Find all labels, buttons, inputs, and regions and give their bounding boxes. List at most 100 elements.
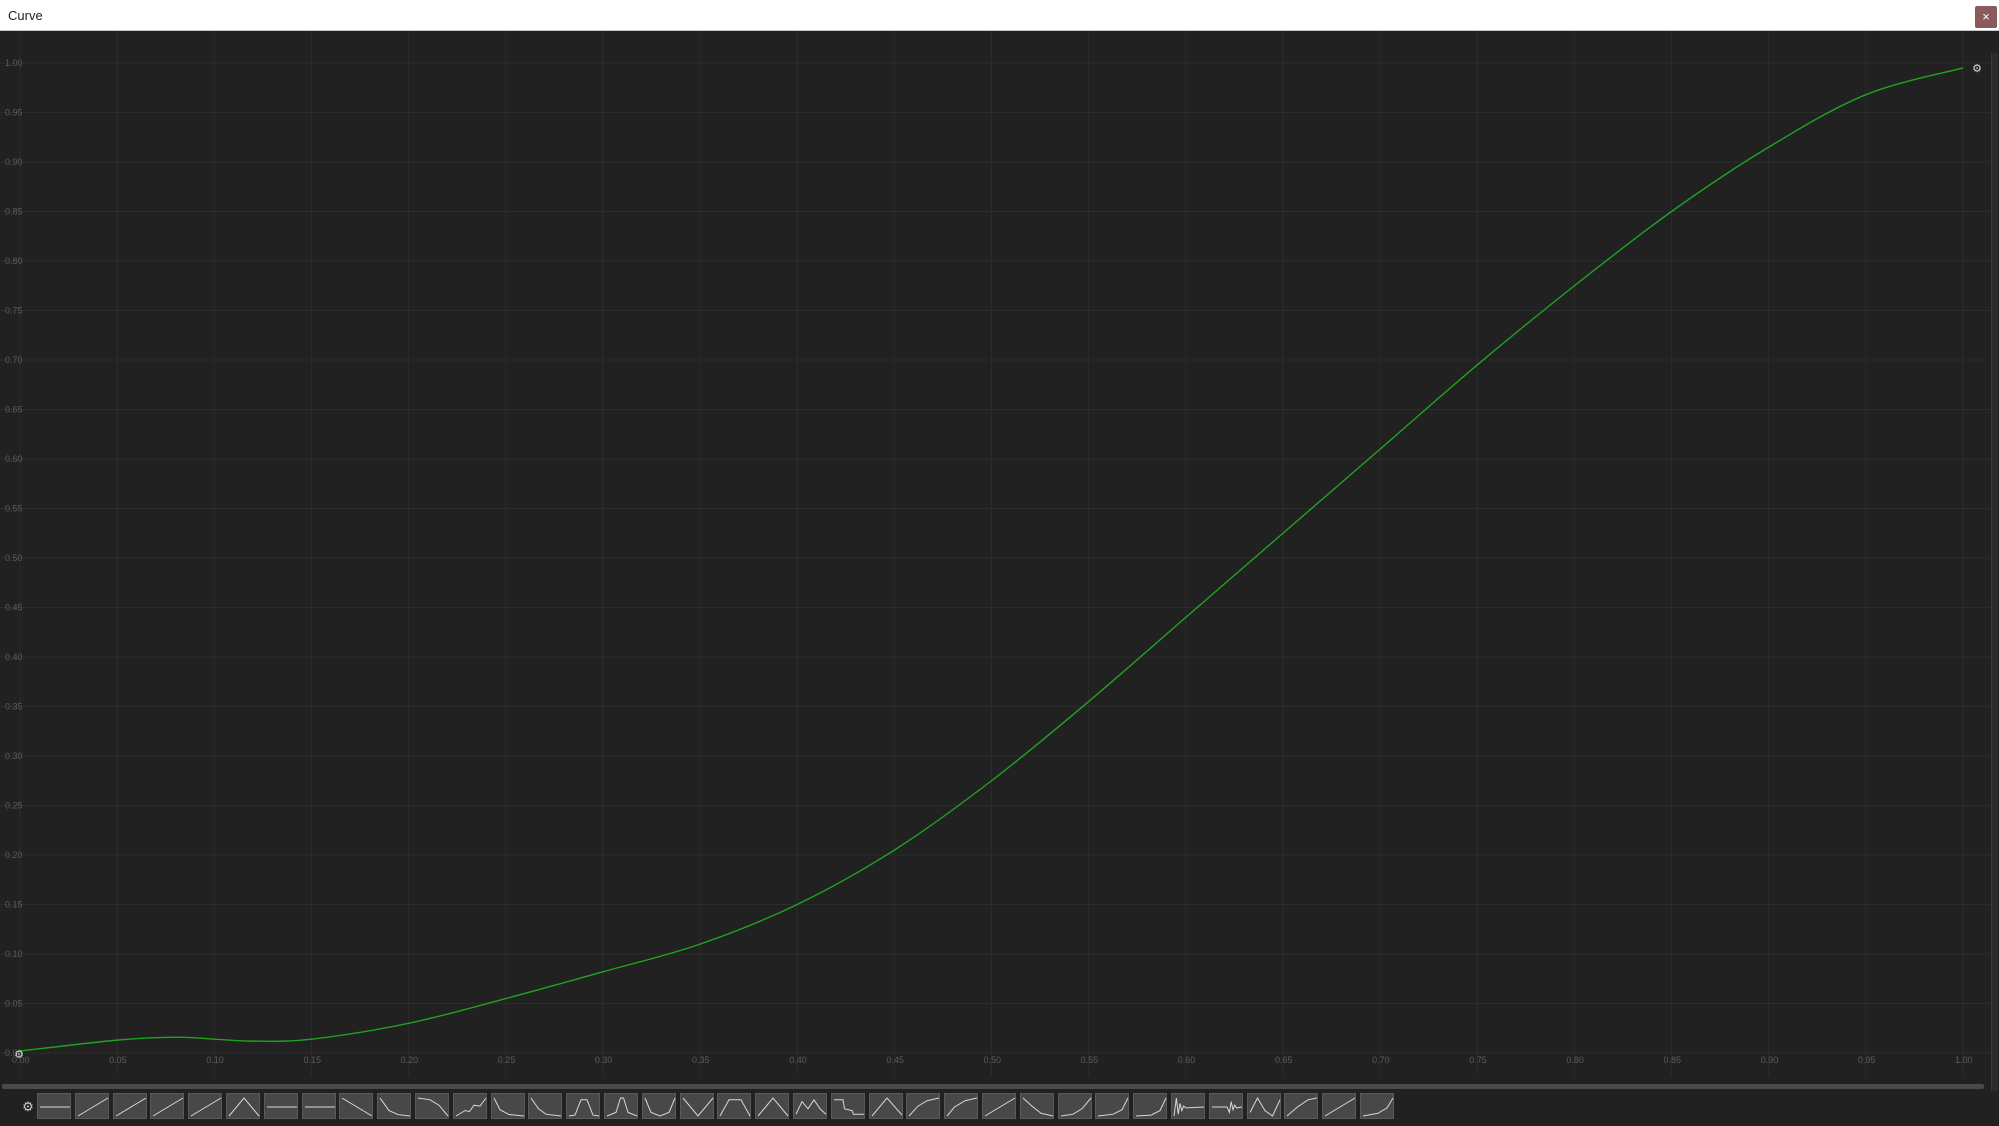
y-tick-label: 0.30: [5, 751, 23, 761]
preset-curve-icon: [569, 1099, 600, 1117]
preset-curve-icon: [606, 1097, 638, 1117]
preset-curve-line: [530, 1097, 562, 1117]
preset-curve-line: [569, 1099, 600, 1117]
x-tick-label: 0.40: [789, 1055, 807, 1065]
y-tick-label: 0.80: [5, 256, 23, 266]
preset-peak-2[interactable]: [868, 1093, 903, 1119]
preset-elastic-2[interactable]: [1208, 1093, 1243, 1119]
preset-curve-line: [909, 1097, 940, 1117]
preset-ease-down-4[interactable]: [1019, 1093, 1054, 1119]
preset-curve-line: [606, 1097, 638, 1117]
preset-curve-icon: [266, 1106, 297, 1108]
curve-plot[interactable]: 0.000.050.100.150.200.250.300.350.400.45…: [0, 31, 1999, 1091]
y-tick-label: 0.35: [5, 702, 23, 712]
preset-bell-1[interactable]: [566, 1093, 601, 1119]
preset-ease-out-down-2[interactable]: [490, 1093, 525, 1119]
x-tick-label: 0.60: [1178, 1055, 1196, 1065]
preset-flat-mid-2[interactable]: [301, 1093, 336, 1119]
preset-curve-line: [1060, 1097, 1091, 1117]
y-axis-ticks: 0.000.050.100.150.200.250.300.350.400.45…: [5, 58, 23, 1058]
preset-curve-icon: [455, 1097, 487, 1117]
preset-ease-in-up-2[interactable]: [1095, 1093, 1130, 1119]
preset-ease-out-up-2[interactable]: [944, 1093, 979, 1119]
preset-curve-icon: [493, 1097, 524, 1117]
x-tick-label: 0.65: [1275, 1055, 1293, 1065]
x-tick-label: 0.85: [1664, 1055, 1682, 1065]
preset-curve-icon: [795, 1098, 827, 1115]
preset-curve-icon: [1362, 1097, 1394, 1117]
preset-linear-up-6[interactable]: [1322, 1093, 1357, 1119]
preset-curve-line: [153, 1097, 184, 1117]
close-icon: ×: [1982, 9, 1990, 24]
preset-curve-line: [984, 1097, 1016, 1117]
x-tick-label: 0.80: [1566, 1055, 1584, 1065]
preset-double-hump[interactable]: [793, 1093, 827, 1119]
horizontal-scrollbar[interactable]: [2, 1084, 1984, 1089]
x-tick-label: 0.30: [595, 1055, 613, 1065]
preset-curve-icon: [871, 1097, 902, 1117]
preset-curve-icon: [1098, 1097, 1129, 1117]
preset-bump[interactable]: [226, 1093, 260, 1119]
preset-curve-icon: [1324, 1097, 1356, 1117]
preset-wobble-up[interactable]: [452, 1093, 487, 1119]
preset-linear-down[interactable]: [339, 1093, 374, 1119]
preset-v-shape[interactable]: [679, 1093, 714, 1119]
preset-curve-line: [1324, 1097, 1356, 1117]
preset-bell-2[interactable]: [604, 1093, 638, 1119]
preset-curve-icon: [342, 1097, 373, 1117]
preset-linear-3[interactable]: [150, 1093, 185, 1119]
keyframe-start-gear-icon[interactable]: ⚙: [13, 1049, 25, 1061]
preset-elastic-1[interactable]: [1171, 1093, 1205, 1119]
y-tick-label: 1.00: [5, 58, 23, 68]
preset-flat-mid-1[interactable]: [263, 1093, 298, 1119]
preset-curve-icon: [833, 1099, 864, 1115]
preset-curve-line: [644, 1097, 676, 1117]
close-button[interactable]: ×: [1975, 6, 1997, 28]
preset-ease-out-down[interactable]: [377, 1093, 412, 1119]
preset-wave[interactable]: [1246, 1093, 1281, 1119]
preset-linear-1[interactable]: [74, 1093, 109, 1119]
x-tick-label: 0.25: [498, 1055, 516, 1065]
preset-curve-line: [871, 1097, 902, 1117]
curve-editor[interactable]: 0.00 0.05 0.10 0.15 0.20 0.25 0.30 0.35 0.40 0.45…: [0, 31, 1999, 1126]
vertical-scrollbar[interactable]: [1991, 53, 1998, 1105]
preset-curve-line: [1249, 1096, 1281, 1117]
preset-linear-2[interactable]: [112, 1093, 147, 1119]
preset-ease-out-up-3[interactable]: [1284, 1093, 1319, 1119]
x-tick-label: 0.05: [109, 1055, 127, 1065]
x-tick-label: 1.00: [1955, 1055, 1973, 1065]
preset-ease-out-down-3[interactable]: [528, 1093, 563, 1119]
preset-curve-line: [115, 1097, 146, 1117]
preset-curve-icon: [757, 1097, 789, 1117]
preset-curve-line: [379, 1097, 411, 1117]
preset-bell-3[interactable]: [717, 1093, 752, 1119]
preset-linear-up-5[interactable]: [982, 1093, 1016, 1119]
x-tick-label: 0.95: [1858, 1055, 1876, 1065]
preset-curve-line: [77, 1097, 109, 1117]
preset-linear-4[interactable]: [188, 1093, 223, 1119]
preset-ease-in-up-3[interactable]: [1133, 1093, 1168, 1119]
preset-ease-in-up[interactable]: [1057, 1093, 1092, 1119]
preset-curve-line: [493, 1097, 524, 1117]
preset-curve-icon: [1173, 1097, 1205, 1117]
preset-curve-icon: [530, 1097, 562, 1117]
preset-curve-icon: [1287, 1097, 1318, 1117]
preset-ease-in-down[interactable]: [415, 1093, 449, 1119]
y-tick-label: 0.55: [5, 504, 23, 514]
keyframe-end-gear-icon[interactable]: ⚙: [1971, 63, 1983, 75]
preset-valley-1[interactable]: [641, 1093, 676, 1119]
preset-ease-in-up-4[interactable]: [1360, 1093, 1394, 1119]
preset-curve-icon: [190, 1097, 222, 1117]
settings-gear-icon[interactable]: ⚙: [21, 1100, 35, 1114]
preset-ease-out-up[interactable]: [906, 1093, 941, 1119]
preset-curve-line: [455, 1097, 487, 1117]
preset-curve-line: [1211, 1101, 1242, 1115]
y-tick-label: 0.25: [5, 801, 23, 811]
preset-step-down[interactable]: [830, 1093, 865, 1119]
preset-peak[interactable]: [755, 1093, 790, 1119]
window-title: Curve: [8, 8, 43, 23]
preset-constant[interactable]: [37, 1093, 71, 1119]
preset-curve-icon: [153, 1097, 184, 1117]
y-tick-label: 0.05: [5, 999, 23, 1009]
x-tick-label: 0.50: [984, 1055, 1002, 1065]
